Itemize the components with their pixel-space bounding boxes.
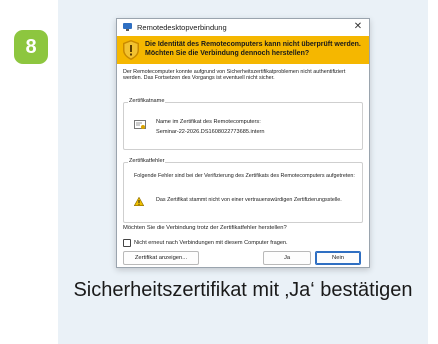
instruction-caption: Sicherheitszertifikat mit ‚Ja‘ bestätige… [73,279,413,301]
close-icon: ✕ [353,21,363,32]
connect-question: Möchten Sie die Verbindung trotz der Zer… [123,225,287,231]
remote-desktop-icon [123,23,132,31]
no-button[interactable]: Nein [315,251,361,265]
certificate-name-group-label: Zertifikatname [128,98,166,104]
close-button[interactable]: ✕ [351,20,365,34]
certificate-errors-description: Folgende Fehler sind bei der Verifizieru… [134,173,355,179]
certificate-icon [134,120,146,129]
yes-button[interactable]: Ja [263,251,311,265]
dont-ask-again-label[interactable]: Nicht erneut nach Verbindungen mit diese… [134,240,288,246]
intro-text: Der Remotecomputer konnte aufgrund von S… [123,69,346,82]
certificate-name-group: Zertifikatname Name im Zertifikat des Re… [123,98,363,150]
dialog-titlebar: Remotedesktopverbindung [117,19,369,35]
warning-triangle-icon [134,197,144,206]
dialog-title: Remotedesktopverbindung [137,22,227,32]
dont-ask-again-checkbox[interactable] [123,239,131,247]
warning-shield-icon [123,40,139,60]
certificate-name-label: Name im Zertifikat des Remotecomputers: [156,119,261,125]
warning-banner: Die Identität des Remotecomputers kann n… [117,36,369,64]
certificate-errors-group: Zertifikatfehler Folgende Fehler sind be… [123,158,363,223]
certificate-errors-group-label: Zertifikatfehler [128,158,166,164]
certificate-error-text: Das Zertifikat stammt nicht von einer ve… [156,197,342,203]
dont-ask-again-row[interactable]: Nicht erneut nach Verbindungen mit diese… [123,239,288,247]
view-certificate-button[interactable]: Zertifikat anzeigen... [123,251,199,265]
warning-banner-text: Die Identität des Remotecomputers kann n… [145,41,361,57]
step-number-badge: 8 [14,30,48,64]
rdp-certificate-dialog: Remotedesktopverbindung ✕ Die Identität … [116,18,370,268]
certificate-name-value: Seminar-22-2026.DS1608022773685.intern [156,129,265,135]
